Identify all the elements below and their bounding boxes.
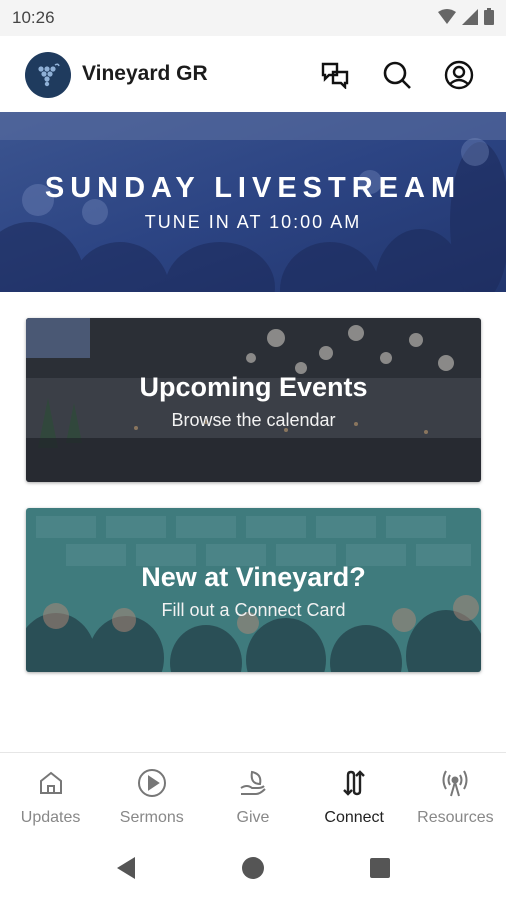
system-nav-bar — [0, 836, 506, 900]
home-icon — [39, 771, 62, 794]
nav-give[interactable]: Give — [202, 753, 303, 836]
status-icons — [438, 8, 494, 25]
upcoming-events-card[interactable]: Upcoming Events Browse the calendar — [26, 318, 481, 482]
banner-title: SUNDAY LIVESTREAM — [44, 172, 462, 204]
new-card-title: New at Vineyard? — [141, 562, 366, 592]
church-logo — [25, 52, 71, 98]
account-button[interactable] — [442, 58, 476, 92]
nav-sermons-label: Sermons — [119, 809, 184, 826]
banner-subtitle: TUNE IN AT 10:00 AM — [144, 212, 362, 232]
status-time: 10:26 — [12, 8, 55, 27]
signal-icon — [462, 8, 478, 25]
back-triangle-icon — [117, 857, 135, 879]
new-card-subtitle: Fill out a Connect Card — [161, 600, 346, 620]
account-icon — [444, 60, 474, 90]
nav-resources-label: Resources — [417, 809, 494, 826]
search-button[interactable] — [380, 58, 414, 92]
system-home-button[interactable] — [239, 854, 267, 882]
battery-icon — [484, 8, 494, 25]
grape-logo-icon — [38, 63, 60, 87]
leaf-hand-icon — [240, 770, 266, 795]
new-at-vineyard-card[interactable]: New at Vineyard? Fill out a Connect Card — [26, 508, 481, 672]
nav-updates-label: Updates — [20, 809, 81, 826]
nav-give-label: Give — [236, 809, 270, 826]
events-card-title: Upcoming Events — [139, 372, 368, 402]
livestream-banner[interactable]: SUNDAY LIVESTREAM TUNE IN AT 10:00 AM — [0, 112, 506, 292]
play-circle-icon — [137, 769, 166, 797]
home-circle-icon — [242, 857, 264, 879]
wifi-icon — [438, 8, 456, 24]
broadcast-icon — [442, 770, 468, 797]
connect-arrows-icon — [343, 770, 366, 796]
events-card-subtitle: Browse the calendar — [171, 410, 336, 430]
nav-sermons[interactable]: Sermons — [101, 753, 202, 836]
nav-updates[interactable]: Updates — [0, 753, 101, 836]
system-back-button[interactable] — [112, 854, 140, 882]
system-recents-button[interactable] — [366, 854, 394, 882]
bottom-nav: Updates Sermons Give Connect Resources — [0, 752, 506, 836]
nav-resources[interactable]: Resources — [405, 753, 506, 836]
app-header: Vineyard GR — [0, 36, 506, 112]
recents-square-icon — [370, 858, 390, 878]
chat-icon — [321, 62, 349, 89]
nav-connect[interactable]: Connect — [304, 753, 405, 836]
search-icon — [383, 61, 411, 89]
app-title: Vineyard GR — [82, 62, 208, 85]
chat-button[interactable] — [318, 58, 352, 92]
nav-connect-label: Connect — [324, 809, 384, 826]
status-bar: 10:26 — [0, 0, 506, 36]
